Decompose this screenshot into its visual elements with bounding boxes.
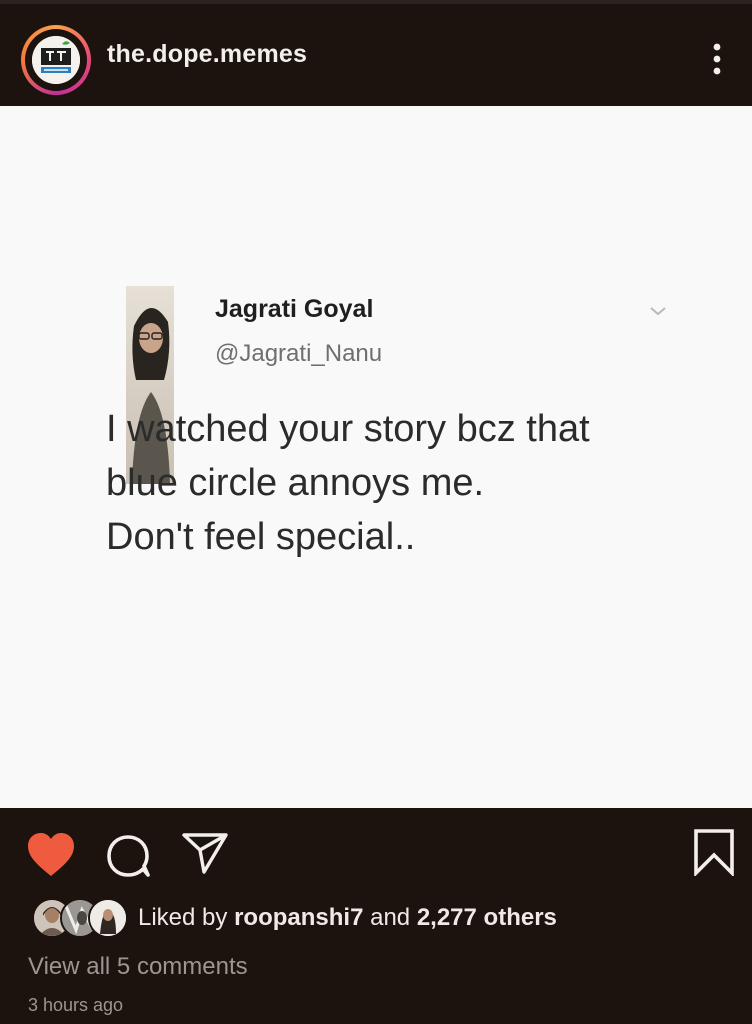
tweet-author-name: Jagrati Goyal: [215, 295, 374, 323]
chevron-down-icon: [648, 304, 668, 318]
tweet-author-handle: @Jagrati_Nanu: [215, 340, 383, 367]
liked-by-others[interactable]: 2,277 others: [417, 904, 557, 931]
post-image[interactable]: Jagrati Goyal @Jagrati_Nanu I watched yo…: [0, 106, 752, 808]
the-dope-memes-logo-icon: [32, 36, 80, 84]
send-icon[interactable]: [181, 830, 229, 876]
post-header: the.dope.memes: [0, 0, 752, 106]
tweet-text-line: blue circle annoys me.: [106, 462, 485, 504]
liked-by-text[interactable]: Liked by roopanshi7 and 2,277 others: [138, 904, 557, 932]
tweet-text: I watched your story bcz that blue circl…: [106, 402, 686, 564]
instagram-post-screen: the.dope.memes Jagrati Goyal @Jagrati_Na…: [0, 0, 752, 1024]
liked-by-middle: and: [363, 904, 417, 931]
liker-avatar: [88, 898, 128, 938]
liked-by-prefix: Liked by: [138, 904, 235, 931]
post-timestamp: 3 hours ago: [28, 995, 124, 1015]
comment-icon[interactable]: [105, 832, 153, 878]
account-avatar[interactable]: [21, 25, 91, 95]
tweet-text-line: Don't feel special..: [106, 516, 416, 558]
bookmark-icon[interactable]: [692, 828, 736, 878]
heart-filled-icon[interactable]: [26, 832, 76, 878]
more-vertical-icon[interactable]: [705, 42, 729, 78]
account-username[interactable]: the.dope.memes: [107, 40, 307, 69]
liked-by-user[interactable]: roopanshi7: [234, 904, 363, 931]
tweet-text-line: I watched your story bcz that: [106, 408, 590, 450]
view-all-comments-link[interactable]: View all 5 comments: [28, 953, 248, 981]
avatar-ring-gap: [25, 29, 87, 91]
